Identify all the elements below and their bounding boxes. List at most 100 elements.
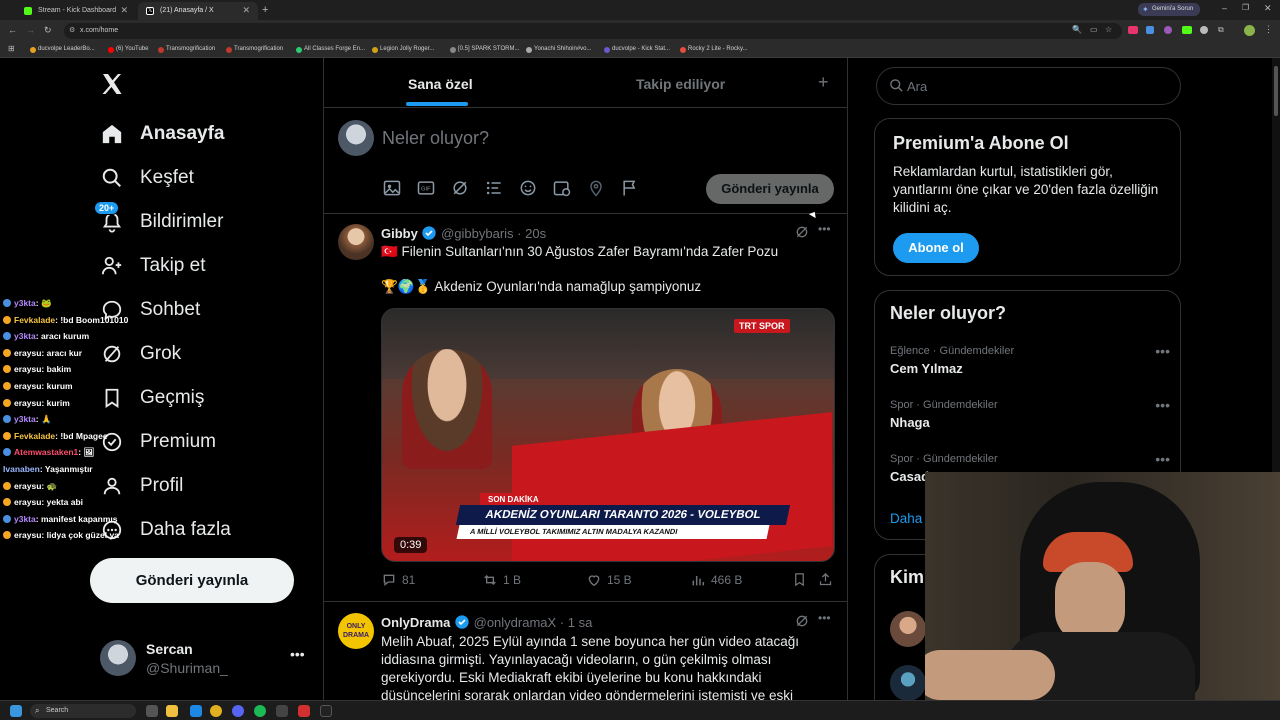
tab-following[interactable]: Takip ediliyor <box>636 76 725 92</box>
add-tab-icon[interactable]: + <box>818 72 829 93</box>
tiktok-icon[interactable] <box>320 705 332 717</box>
bookmark[interactable]: Legion Jolly Roger... <box>372 46 434 53</box>
new-tab-icon[interactable]: + <box>262 4 268 16</box>
avatar[interactable]: ONLY DRAMA <box>338 613 374 649</box>
discord-icon[interactable] <box>232 705 244 717</box>
file-explorer-icon[interactable] <box>166 705 178 717</box>
windows-start-icon[interactable] <box>10 705 22 717</box>
cast-icon[interactable]: ▭ <box>1090 25 1098 34</box>
reload-icon[interactable]: ↻ <box>44 25 52 36</box>
app-icon[interactable] <box>190 705 202 717</box>
poll-icon[interactable] <box>484 178 504 203</box>
browser-menu-icon[interactable]: ⋮ <box>1264 24 1273 35</box>
app-icon[interactable] <box>298 705 310 717</box>
url-field[interactable]: ⚙ x.com/home <box>64 23 1122 39</box>
bookmark[interactable]: Transmogrification <box>158 46 215 53</box>
scrollbar-thumb[interactable] <box>1274 66 1278 116</box>
tab-kick-dashboard[interactable]: Stream - Kick Dashboard ✕ <box>16 2 136 20</box>
bookmark[interactable]: (6) YouTube <box>108 46 148 53</box>
share-icon[interactable] <box>818 572 833 592</box>
nav-grok[interactable]: Grok <box>100 338 181 370</box>
bookmark[interactable]: All Classes Forge En... <box>296 46 365 53</box>
nav-follow[interactable]: Takip et <box>100 250 205 282</box>
zoom-icon[interactable]: 🔍 <box>1072 25 1082 34</box>
subscribe-button[interactable]: Abone ol <box>893 233 979 263</box>
nav-history[interactable]: Geçmiş <box>100 382 204 414</box>
task-view-icon[interactable] <box>146 705 158 717</box>
reply-button[interactable]: 81 <box>381 572 415 588</box>
gemini-button[interactable]: ✦ Gemini'a Sorun <box>1138 3 1200 16</box>
tab-x-home[interactable]: 𝕏 (21) Anasayfa / X ✕ <box>138 2 258 20</box>
compose-input[interactable]: Neler oluyor? <box>382 128 489 149</box>
extension-icon[interactable] <box>1146 26 1154 34</box>
extension-icon[interactable] <box>1128 26 1138 34</box>
extension-icon[interactable] <box>1182 26 1192 34</box>
minimize-icon[interactable]: – <box>1222 3 1227 13</box>
extension-icon[interactable] <box>1164 26 1172 34</box>
tweet[interactable]: Gibby @gibbybaris · 20s ••• 🇹🇷 Filenin S… <box>324 214 848 602</box>
more-dots-icon[interactable]: ••• <box>1155 397 1170 413</box>
avatar[interactable] <box>890 611 926 647</box>
tweet-time[interactable]: · 20s <box>517 226 546 241</box>
bookmark[interactable]: Rocky 2 Lite - Rocky... <box>680 46 748 53</box>
star-icon[interactable]: ☆ <box>1105 25 1112 34</box>
trend-item[interactable]: Eğlence · Gündemdekiler Cem Yılmaz ••• <box>890 343 1170 376</box>
nav-profile[interactable]: Profil <box>100 470 183 502</box>
emoji-icon[interactable] <box>518 178 538 203</box>
tweet-time[interactable]: · 1 sa <box>560 615 593 630</box>
avatar[interactable] <box>338 224 374 260</box>
taskbar-search[interactable]: ⌕ Search <box>30 704 136 718</box>
bookmark[interactable]: Yonachi Shihoin#vo... <box>526 46 592 53</box>
forward-icon[interactable]: → <box>26 25 35 35</box>
show-more-link[interactable]: Daha <box>890 511 922 526</box>
search-input[interactable]: Ara <box>876 67 1181 105</box>
trend-item[interactable]: Spor · Gündemdekiler Nhaga ••• <box>890 397 1170 430</box>
like-button[interactable]: 15 B <box>586 572 632 588</box>
puzzle-icon[interactable]: ⧉ <box>1218 25 1224 35</box>
bookmark[interactable]: ducvolpe - Kick Stat... <box>604 46 670 53</box>
account-switcher[interactable]: Sercan @Shuriman_ ••• <box>90 632 310 682</box>
close-window-icon[interactable]: ✕ <box>1264 3 1272 14</box>
bookmark-icon[interactable] <box>792 572 807 592</box>
image-icon[interactable] <box>382 178 402 203</box>
nav-premium[interactable]: Premium <box>100 426 216 458</box>
chrome-icon[interactable] <box>210 705 222 717</box>
more-dots-icon[interactable]: ••• <box>818 222 831 236</box>
maximize-icon[interactable]: ❐ <box>1242 3 1249 12</box>
profile-avatar-icon[interactable] <box>1244 25 1255 36</box>
spotify-icon[interactable] <box>254 705 266 717</box>
more-dots-icon[interactable]: ••• <box>290 646 305 662</box>
author-name[interactable]: Gibby <box>381 226 418 241</box>
close-tab-icon[interactable]: ✕ <box>242 5 250 16</box>
compose-submit-button[interactable]: Gönderi yayınla <box>706 174 834 204</box>
tweet[interactable]: ONLY DRAMA OnlyDrama @onlydramaX · 1 sa … <box>324 603 848 700</box>
app-icon[interactable] <box>276 705 288 717</box>
avatar[interactable] <box>890 665 926 700</box>
tweet-video[interactable]: TRT SPOR SON DAKİKA AKDENİZ OYUNLARI TAR… <box>381 308 835 562</box>
back-icon[interactable]: ← <box>8 25 17 35</box>
author-name[interactable]: OnlyDrama <box>381 615 450 630</box>
flag-icon[interactable] <box>620 178 640 203</box>
views-button[interactable]: 466 B <box>690 572 742 588</box>
bookmark[interactable]: Transmogrification <box>226 46 283 53</box>
bookmark[interactable]: [0.5] SPARK STORM... <box>450 46 519 53</box>
post-button[interactable]: Gönderi yayınla <box>90 558 294 603</box>
gif-icon[interactable]: GIF <box>416 178 436 203</box>
nav-explore[interactable]: Keşfet <box>100 162 194 194</box>
bookmark[interactable]: ducvolpe LeaderBo... <box>30 46 95 53</box>
close-tab-icon[interactable]: ✕ <box>120 5 128 16</box>
repost-button[interactable]: 1 B <box>482 572 521 588</box>
more-dots-icon[interactable]: ••• <box>1155 451 1170 467</box>
nav-notifications[interactable]: 20+ Bildirimler <box>94 201 223 238</box>
grok-icon[interactable] <box>794 613 810 634</box>
nav-more[interactable]: Daha fazla <box>100 514 231 546</box>
tab-for-you[interactable]: Sana özel <box>408 76 473 92</box>
author-handle[interactable]: @gibbybaris <box>441 226 513 241</box>
location-icon[interactable] <box>586 178 606 203</box>
more-dots-icon[interactable]: ••• <box>818 611 831 625</box>
more-dots-icon[interactable]: ••• <box>1155 343 1170 359</box>
schedule-icon[interactable] <box>552 178 572 203</box>
grok-icon[interactable] <box>450 178 470 203</box>
x-logo-icon[interactable] <box>100 72 126 98</box>
nav-home[interactable]: Anasayfa <box>100 118 225 150</box>
